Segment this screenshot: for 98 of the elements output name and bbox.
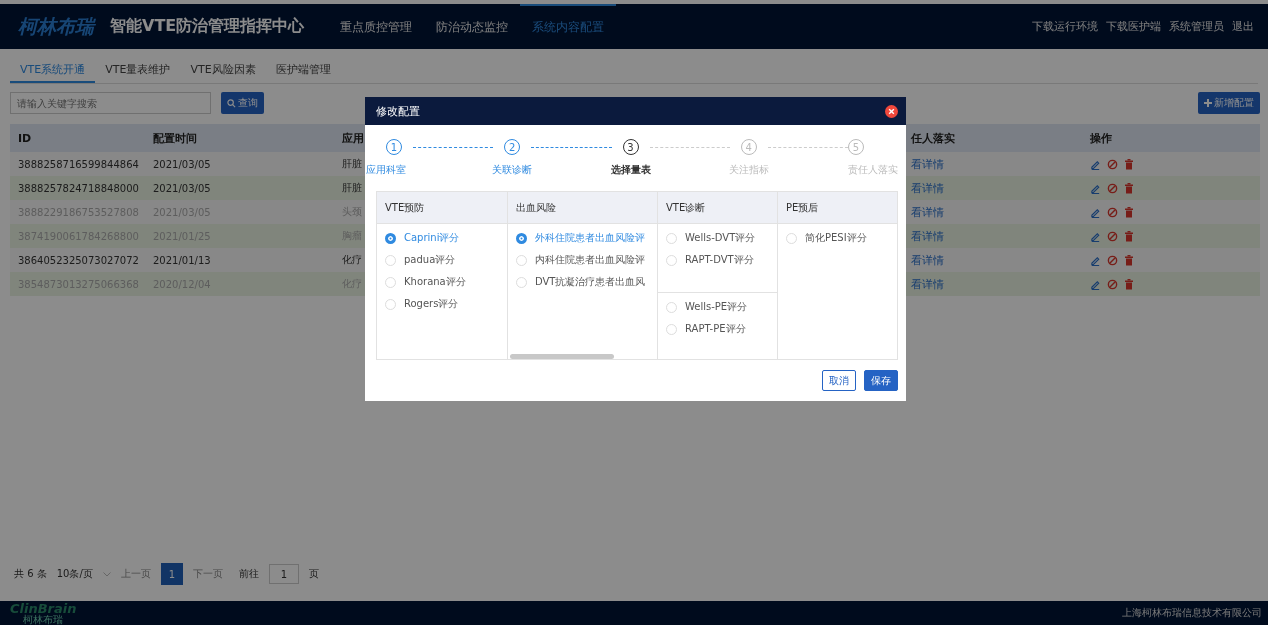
table-cell: 3888258716599844864 (18, 158, 139, 170)
option-label: Wells-DVT评分 (685, 231, 756, 245)
nav-link[interactable]: 退出 (1232, 19, 1254, 34)
step-label: 责任人落实 (848, 163, 898, 177)
column-header: 出血风险 (508, 192, 657, 224)
disable-icon[interactable] (1107, 254, 1118, 266)
page-button[interactable]: 1 (160, 563, 183, 585)
step-label: 选择量表 (611, 163, 650, 177)
details-link[interactable]: 看详情 (911, 252, 944, 268)
table-cell: 2021/03/05 (153, 158, 211, 170)
step-number: 1 (386, 139, 402, 155)
search-button[interactable]: 查询 (221, 92, 264, 114)
radio-option[interactable]: RAPT-PE评分 (666, 321, 777, 337)
goto-label: 前往 (238, 567, 259, 581)
nav-item[interactable]: 防治动态监控 (424, 4, 521, 49)
radio-option[interactable]: 内科住院患者出血风险评 (516, 252, 657, 268)
trash-icon[interactable] (1124, 182, 1134, 194)
disable-icon[interactable] (1107, 158, 1118, 170)
column-header: VTE诊断 (658, 192, 777, 224)
save-button[interactable]: 保存 (864, 370, 898, 391)
footer-logo: ClinBrain (10, 601, 77, 615)
radio-button[interactable] (516, 232, 527, 244)
disable-icon[interactable] (1107, 182, 1118, 194)
radio-option[interactable]: padua评分 (385, 252, 507, 268)
nav-link[interactable]: 系统管理员 (1169, 19, 1224, 34)
option-label: Rogers评分 (404, 297, 459, 311)
table-cell: 化疗 (342, 253, 362, 267)
option-label: padua评分 (404, 253, 456, 267)
table-cell: 3864052325073027072 (18, 254, 139, 266)
column-header: 操作 (1089, 130, 1113, 146)
dialog-title: 修改配置 (376, 103, 420, 119)
nav-link[interactable]: 下载运行环境 (1032, 19, 1098, 34)
step-number: 5 (848, 139, 864, 155)
details-link[interactable]: 看详情 (911, 156, 944, 172)
radio-option[interactable]: 外科住院患者出血风险评 (516, 230, 657, 246)
nav-item[interactable]: 重点质控管理 (328, 4, 425, 49)
app-title: 智能VTE防治管理指挥中心 (110, 16, 305, 37)
step-number: 4 (740, 139, 757, 155)
option-label: RAPT-PE评分 (685, 322, 746, 336)
column-header: 任人落实 (910, 130, 956, 146)
tab[interactable]: VTE风险因素 (180, 57, 266, 83)
edit-icon[interactable] (1090, 158, 1101, 170)
step-label: 关注指标 (729, 163, 768, 177)
edit-icon[interactable] (1090, 254, 1101, 266)
step-label: 关联诊断 (493, 163, 532, 177)
nav-link[interactable]: 下载医护端 (1106, 19, 1161, 34)
radio-option[interactable]: 简化PESI评分 (786, 230, 897, 246)
page-input[interactable]: 1 (268, 564, 299, 584)
tab[interactable]: 医护端管理 (265, 57, 341, 83)
table-cell: 2021/01/13 (153, 254, 211, 266)
option-label: DVT抗凝治疗患者出血风 (535, 275, 646, 289)
column-header: 应用 (341, 130, 365, 146)
cancel-button[interactable]: 取消 (822, 370, 856, 391)
step-number: 3 (622, 139, 639, 155)
step-number: 2 (504, 139, 521, 155)
company-name: 上海柯林布瑞信息技术有限公司 (1122, 606, 1262, 620)
radio-option[interactable]: DVT抗凝治疗患者出血风 (516, 274, 657, 290)
radio-option[interactable]: Caprini评分 (385, 230, 507, 246)
total-count: 共 6 条 (14, 567, 47, 581)
trash-icon[interactable] (1124, 158, 1134, 170)
page-size-select[interactable]: 10条/页 (56, 567, 93, 581)
step-label: 应用科室 (367, 163, 405, 177)
table-cell: 2021/03/05 (153, 182, 211, 194)
radio-option[interactable]: RAPT-DVT评分 (666, 252, 777, 268)
radio-option[interactable]: Rogers评分 (385, 296, 507, 312)
trash-icon[interactable] (1124, 254, 1134, 266)
plus-icon (1204, 99, 1212, 107)
tab[interactable]: VTE系统开通 (10, 57, 96, 83)
table-cell: 肝脏 (342, 181, 362, 195)
add-button[interactable]: 新增配置 (1198, 92, 1260, 114)
option-label: Wells-PE评分 (685, 300, 748, 314)
page-suffix: 页 (308, 567, 319, 581)
option-label: RAPT-DVT评分 (685, 253, 754, 267)
radio-option[interactable]: Wells-PE评分 (666, 299, 777, 315)
footer-logo-subtitle: 柯林布瑞 (22, 614, 65, 625)
option-label: 外科住院患者出血风险评 (535, 231, 645, 245)
radio-option[interactable]: Wells-DVT评分 (666, 230, 777, 246)
logo: 柯林布瑞 (18, 13, 94, 39)
caret-icon (102, 571, 111, 577)
column-header: VTE预防 (377, 192, 507, 224)
close-icon[interactable] (885, 104, 898, 118)
tab[interactable]: VTE量表维护 (95, 57, 181, 83)
option-label: 简化PESI评分 (805, 231, 867, 245)
search-field[interactable]: 请输入关键字搜索 (10, 92, 211, 114)
table-cell: 3888257824718848000 (18, 182, 139, 194)
radio-button[interactable] (385, 232, 396, 244)
radio-option[interactable]: Khorana评分 (385, 274, 507, 290)
option-label: Caprini评分 (404, 231, 460, 245)
table-cell: 肝脏 (342, 157, 362, 171)
column-header: PE预后 (778, 192, 897, 224)
details-link[interactable]: 看详情 (911, 180, 944, 196)
scrollbar[interactable] (510, 354, 614, 359)
edit-icon[interactable] (1090, 182, 1101, 194)
search-icon (227, 98, 236, 108)
column-header: ID (17, 131, 33, 145)
column-header[interactable]: 配置时间 (145, 130, 334, 146)
option-label: Khorana评分 (404, 275, 466, 289)
option-label: 内科住院患者出血风险评 (535, 253, 645, 267)
